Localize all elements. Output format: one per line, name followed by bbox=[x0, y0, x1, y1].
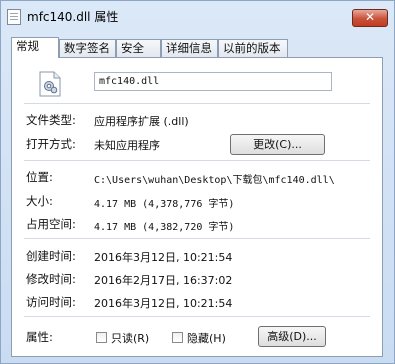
separator bbox=[24, 316, 370, 317]
readonly-label[interactable]: 只读(R) bbox=[111, 330, 149, 346]
open-with-value: 未知应用程序 bbox=[94, 139, 160, 152]
close-button[interactable]: ✕ bbox=[352, 9, 388, 27]
size-on-disk-label: 占用空间: bbox=[26, 217, 76, 231]
attributes-label: 属性: bbox=[26, 330, 53, 344]
hidden-label[interactable]: 隐藏(H) bbox=[187, 330, 226, 346]
file-icon bbox=[7, 9, 21, 25]
open-with-label: 打开方式: bbox=[26, 137, 76, 151]
file-type-value: 应用程序扩展 (.dll) bbox=[94, 115, 189, 128]
tab-details[interactable]: 详细信息 bbox=[161, 39, 218, 57]
change-button[interactable]: 更改(C)... bbox=[230, 134, 325, 155]
accessed-label: 访问时间: bbox=[26, 295, 76, 309]
window-title: mfc140.dll 属性 bbox=[27, 10, 119, 24]
tab-previous-versions[interactable]: 以前的版本 bbox=[218, 39, 288, 57]
created-value: 2016年3月12日, 10:21:54 bbox=[94, 251, 233, 264]
accessed-value: 2016年3月12日, 10:21:54 bbox=[94, 297, 233, 310]
created-label: 创建时间: bbox=[26, 249, 76, 263]
general-panel: mfc140.dll 文件类型: 应用程序扩展 (.dll) 打开方式: 未知应… bbox=[11, 57, 383, 357]
title-bar[interactable]: mfc140.dll 属性 ✕ bbox=[1, 1, 394, 31]
separator bbox=[24, 160, 370, 161]
tab-digital-signatures[interactable]: 数字签名 bbox=[59, 39, 116, 57]
modified-label: 修改时间: bbox=[26, 272, 76, 286]
size-value: 4.17 MB (4,378,776 字节) bbox=[94, 199, 235, 210]
readonly-checkbox[interactable] bbox=[96, 332, 107, 343]
dll-file-icon bbox=[39, 71, 61, 97]
hidden-checkbox[interactable] bbox=[172, 332, 183, 343]
file-name-field[interactable]: mfc140.dll bbox=[94, 72, 332, 91]
separator bbox=[24, 238, 370, 239]
advanced-button[interactable]: 高级(D)... bbox=[258, 326, 326, 347]
size-on-disk-value: 4.17 MB (4,382,720 字节) bbox=[94, 222, 235, 233]
location-label: 位置: bbox=[26, 170, 53, 184]
location-value: C:\Users\wuhan\Desktop\下载包\mfc140.dll\ bbox=[94, 175, 335, 186]
modified-value: 2016年2月17日, 16:37:02 bbox=[94, 274, 233, 287]
separator bbox=[24, 103, 370, 104]
size-label: 大小: bbox=[26, 194, 53, 208]
tab-security[interactable]: 安全 bbox=[116, 39, 161, 57]
tab-general[interactable]: 常规 bbox=[11, 37, 59, 58]
properties-window: mfc140.dll 属性 ✕ 常规 数字签名 安全 详细信息 以前的版本 mf… bbox=[0, 0, 395, 364]
file-type-label: 文件类型: bbox=[26, 113, 76, 127]
